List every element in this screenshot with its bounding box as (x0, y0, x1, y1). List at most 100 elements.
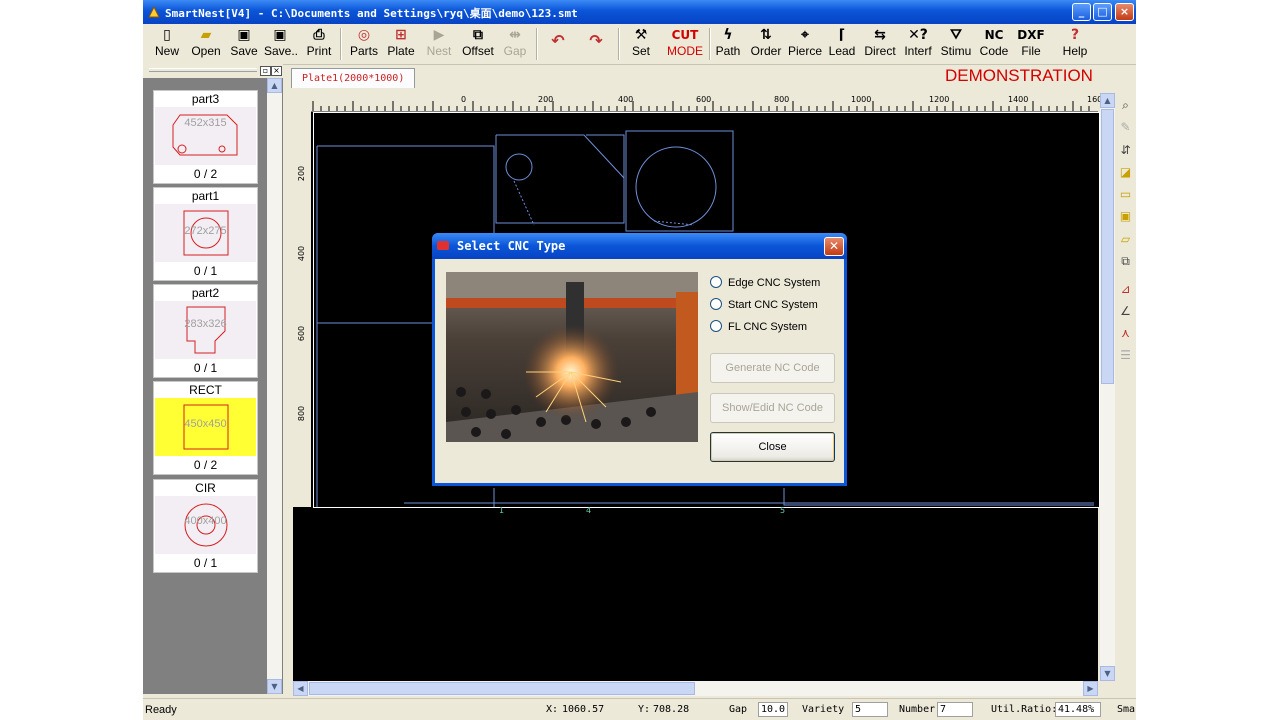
select-icon[interactable]: ▣ (1117, 208, 1134, 225)
direction-arrows-icon: ⇆ (874, 27, 886, 43)
part-card-selected[interactable]: RECT 450x450 0 / 2 (153, 381, 258, 475)
offset-button[interactable]: ⧉ Offset (460, 26, 496, 62)
radio-circle-icon[interactable] (710, 320, 722, 332)
edit-icon[interactable]: ✎ (1117, 119, 1134, 136)
horizontal-ruler: 0 200 400 600 800 1000 1200 1400 1600 (293, 93, 1107, 112)
part-thumbnail: 450x450 (155, 398, 256, 456)
part-name: part3 (191, 92, 220, 106)
canvas-horizontal-scrollbar[interactable]: ◀ ▶ (293, 681, 1098, 696)
help-button[interactable]: ? Help (1060, 26, 1090, 62)
scroll-up-button[interactable]: ▲ (267, 78, 282, 93)
save-as-button[interactable]: ▣ Save.. (264, 26, 298, 62)
radio-start-cnc[interactable]: Start CNC System (710, 297, 818, 313)
dialog-body: Edge CNC System Start CNC System FL CNC … (435, 259, 844, 483)
scroll-thumb[interactable] (309, 682, 695, 695)
canvas-vertical-scrollbar[interactable]: ▲ ▼ (1100, 93, 1115, 681)
scroll-down-button[interactable]: ▼ (1100, 666, 1115, 681)
radio-edge-cnc[interactable]: Edge CNC System (710, 275, 820, 291)
tag-icon[interactable]: ◪ (1117, 164, 1134, 181)
radio-circle-icon[interactable] (710, 298, 722, 310)
minimize-button[interactable]: _ (1072, 3, 1091, 21)
disk-icon: ▣ (237, 27, 251, 43)
measure-icon[interactable]: ⊿ (1117, 281, 1134, 298)
crosshair-icon: ⌖ (801, 27, 809, 43)
plate-icon: ⊞ (395, 27, 407, 43)
line-icon[interactable]: ▱ (1117, 231, 1134, 248)
ruler-label: 1000 (851, 95, 872, 104)
set-button[interactable]: ⚒ Set (627, 26, 655, 62)
part-dimensions: 283x326 (184, 318, 227, 330)
part-card[interactable]: part2 283x326 0 / 1 (153, 284, 258, 378)
interf-button[interactable]: ✕? Interf (902, 26, 934, 62)
scroll-up-button[interactable]: ▲ (1100, 93, 1115, 108)
open-button[interactable]: ▰ Open (190, 26, 222, 62)
nc-code-button[interactable]: NC Code (978, 26, 1010, 62)
part-card[interactable]: part3 452x315 0 / 2 (153, 90, 258, 184)
maximize-button[interactable]: □ (1093, 3, 1112, 21)
dialog-title-bar[interactable]: Select CNC Type ✕ (432, 233, 847, 259)
close-window-button[interactable]: × (1115, 3, 1134, 21)
save-button[interactable]: ▣ Save (230, 26, 258, 62)
window-title: SmartNest[V4] - C:\Documents and Setting… (165, 7, 578, 20)
panel-grip[interactable] (149, 68, 257, 72)
cut-icon[interactable]: ⋏ (1117, 325, 1134, 342)
align-icon[interactable]: ☰ (1117, 347, 1134, 364)
direct-button[interactable]: ⇆ Direct (862, 26, 898, 62)
scroll-right-button[interactable]: ▶ (1083, 681, 1098, 696)
stimu-button[interactable]: ⛛ Stimu (939, 26, 973, 62)
zoom-icon[interactable]: ⌕ (1117, 97, 1134, 114)
title-bar[interactable]: SmartNest[V4] - C:\Documents and Setting… (143, 0, 1136, 24)
pierce-button[interactable]: ⌖ Pierce (788, 26, 822, 62)
lead-button[interactable]: ⌈ Lead (827, 26, 857, 62)
disk-multi-icon: ▣ (273, 27, 287, 43)
radio-circle-icon[interactable] (710, 276, 722, 288)
redo-button[interactable]: ↷ (584, 26, 608, 62)
gap-button[interactable]: ⇹ Gap (501, 26, 529, 62)
part-thumbnail: 272x275 (155, 204, 256, 262)
tab-plate1[interactable]: Plate1(2000*1000) (291, 68, 416, 88)
ruler-label: 600 (297, 325, 307, 342)
scroll-thumb[interactable] (1101, 109, 1114, 384)
part-dimensions: 272x275 (184, 225, 227, 237)
show-edit-nc-code-button[interactable]: Show/Edid NC Code (710, 393, 835, 423)
part-card[interactable]: part1 272x275 0 / 1 (153, 187, 258, 281)
print-button[interactable]: ⎙ Print (305, 26, 333, 62)
undo-button[interactable]: ↶ (546, 26, 570, 62)
dialog-app-icon (437, 241, 449, 250)
part-thumbnail: 400x400 (155, 496, 256, 554)
status-tail: Sma (1117, 704, 1136, 715)
path-button[interactable]: ϟ Path (714, 26, 742, 62)
variety-field: 5 (852, 702, 888, 717)
angle-icon[interactable]: ∠ (1117, 303, 1134, 320)
nest-button[interactable]: ▶ Nest (425, 26, 453, 62)
new-button[interactable]: ▯ New (152, 26, 182, 62)
dialog-close-button[interactable]: ✕ (824, 237, 844, 256)
plate-button[interactable]: ⊞ Plate (386, 26, 416, 62)
parts-scrollbar[interactable]: ▲ ▼ (267, 78, 282, 694)
redo-icon: ↷ (589, 31, 603, 50)
parts-button[interactable]: ◎ Parts (347, 26, 381, 62)
generate-nc-code-button[interactable]: Generate NC Code (710, 353, 835, 383)
number-icon[interactable]: ⇵ (1117, 142, 1134, 159)
folder-icon: ▰ (200, 27, 212, 43)
undo-icon: ↶ (551, 31, 565, 50)
dialog-close-action-button[interactable]: Close (710, 432, 835, 462)
cut-mode-button[interactable]: CUT MODE (665, 26, 705, 62)
radio-fl-cnc[interactable]: FL CNC System (710, 319, 807, 335)
rectangle-icon[interactable]: ▭ (1117, 186, 1134, 203)
ruler-label: 400 (618, 95, 634, 104)
scroll-left-button[interactable]: ◀ (293, 681, 308, 696)
toolbar-separator (709, 28, 711, 60)
wrench-icon: ⚒ (634, 27, 648, 43)
dxf-file-button[interactable]: DXF File (1016, 26, 1046, 62)
panel-close-button[interactable]: × (271, 66, 282, 76)
path-icon: ϟ (723, 27, 733, 43)
status-text: Ready (145, 704, 177, 716)
number-label: Number (899, 704, 936, 715)
scroll-down-button[interactable]: ▼ (267, 679, 282, 694)
layers-icon[interactable]: ⧉ (1117, 253, 1134, 270)
part-card[interactable]: CIR 400x400 0 / 1 (153, 479, 258, 573)
part-thumbnail: 283x326 (155, 301, 256, 359)
panel-restore-button[interactable]: ▫ (260, 66, 271, 76)
order-button[interactable]: ⇅ Order (749, 26, 783, 62)
